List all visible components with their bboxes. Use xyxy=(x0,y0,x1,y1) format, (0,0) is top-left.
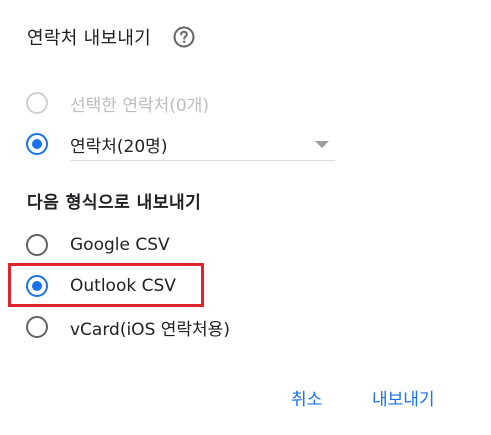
annotation-highlight-box xyxy=(8,263,204,307)
scope-option-label: 선택한 연락처(0개) xyxy=(70,95,209,116)
chevron-down-icon xyxy=(315,141,329,148)
format-section-heading: 다음 형식으로 내보내기 xyxy=(27,193,202,213)
dialog-title: 연락처 내보내기 xyxy=(27,28,152,49)
format-option-label: Google CSV xyxy=(70,235,170,255)
contacts-group-select[interactable]: 연락처(20명) xyxy=(70,128,335,161)
scope-option-all-contacts[interactable] xyxy=(25,130,49,158)
format-option-google-csv[interactable]: Google CSV xyxy=(25,231,170,259)
scope-option-selected-contacts: 선택한 연락처(0개) xyxy=(25,89,209,117)
help-icon[interactable] xyxy=(172,25,196,49)
format-option-label: vCard(iOS 연락처용) xyxy=(70,319,230,340)
contacts-group-select-value: 연락처(20명) xyxy=(70,137,168,157)
format-option-vcard[interactable]: vCard(iOS 연락처용) xyxy=(25,313,230,341)
radio-unselected-icon[interactable] xyxy=(25,315,49,339)
dialog-header: 연락처 내보내기 xyxy=(27,22,196,52)
export-button[interactable]: 내보내기 xyxy=(372,385,435,410)
cancel-button[interactable]: 취소 xyxy=(291,385,322,410)
radio-selected-icon[interactable] xyxy=(25,132,49,156)
radio-disabled-icon xyxy=(25,91,49,115)
export-contacts-dialog: 연락처 내보내기 선택한 연락처(0개) 연락처(20명) 다음 형식으로 내보… xyxy=(0,0,491,435)
radio-unselected-icon[interactable] xyxy=(25,233,49,257)
